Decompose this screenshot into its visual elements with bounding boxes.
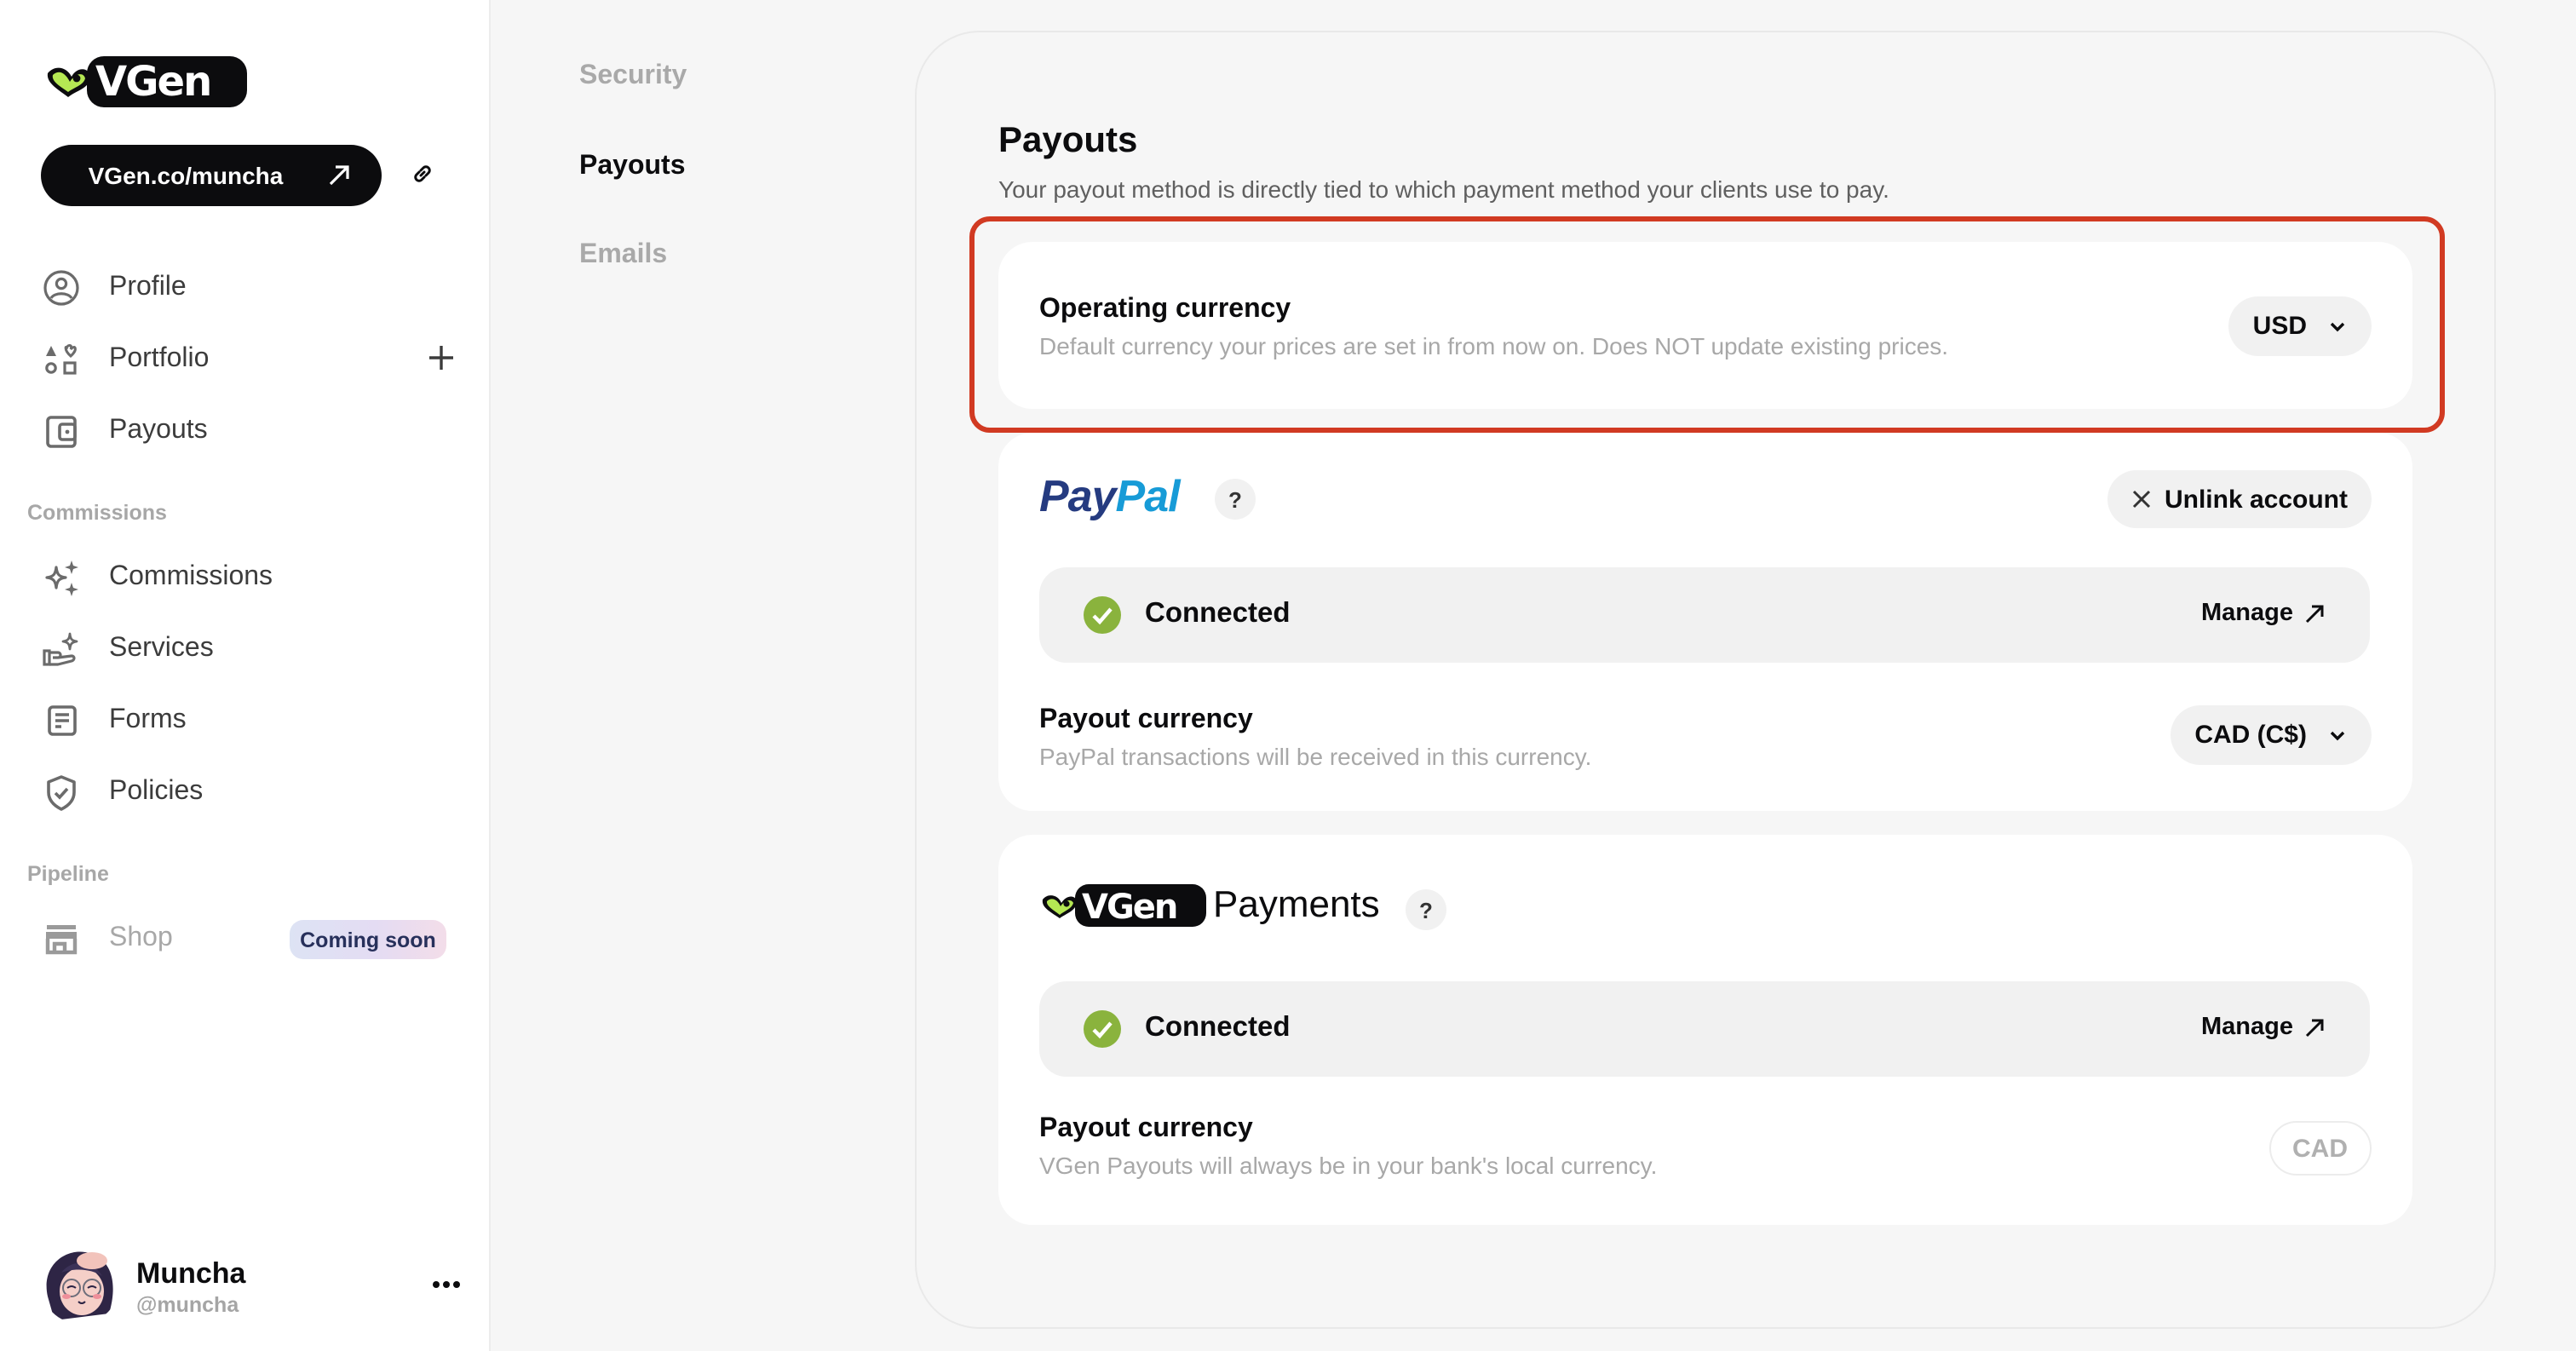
vgen-logo: VGen [1042,884,1206,927]
external-arrow-icon [2305,1018,2324,1037]
manage-label: Manage [2201,600,2293,627]
user-circle-icon [41,267,82,308]
profile-url-button[interactable]: VGen.co/muncha [41,145,382,206]
paypal-logo: PayPal [1039,470,1181,521]
more-options-icon[interactable] [429,1271,463,1298]
sidebar-item-profile[interactable]: Profile [41,262,457,313]
paypal-connected-row: Connected Manage [1039,567,2370,663]
sidebar-item-label: Profile [109,273,187,302]
sidebar-item-forms[interactable]: Forms [41,695,457,746]
close-icon [2133,490,2152,509]
unlink-account-label: Unlink account [2164,485,2348,514]
vgen-payments-help-icon[interactable]: ? [1406,889,1446,930]
avatar [41,1245,119,1324]
add-icon[interactable] [426,342,457,373]
sidebar-item-label: Forms [109,705,187,734]
dropdown-value: USD [2252,312,2307,341]
settings-tab-security[interactable]: Security [579,61,687,92]
sidebar-item-portfolio[interactable]: Portfolio [41,334,457,385]
sidebar-item-payouts[interactable]: Payouts [41,405,457,457]
copy-link-icon[interactable] [411,162,434,186]
section-label-pipeline: Pipeline [27,862,109,886]
sidebar-item-policies[interactable]: Policies [41,767,457,818]
operating-currency-card: Operating currency Default currency your… [998,242,2412,409]
vgen-payout-currency-title: Payout currency [1039,1114,1253,1143]
sidebar-item-label: Shop [109,923,173,952]
check-circle-icon [1084,596,1121,634]
vgen-logo[interactable]: VGen [39,49,247,107]
sidebar: VGen VGen.co/muncha Profile Portfolio Pa… [0,0,491,1351]
paypal-status: Connected [1145,598,1291,629]
vgen-payments-card: VGen Payments ? Connected Manage Payout … [998,835,2412,1225]
svg-text:VGen: VGen [95,58,210,106]
settings-tab-emails[interactable]: Emails [579,240,667,271]
shapes-icon [41,339,82,380]
vgen-status: Connected [1145,1012,1291,1043]
sidebar-item-commissions[interactable]: Commissions [41,552,457,603]
external-arrow-icon [329,165,349,186]
vgen-manage-link[interactable]: Manage [2201,1014,2326,1041]
manage-label: Manage [2201,1014,2293,1041]
check-circle-icon [1084,1010,1121,1048]
form-icon [41,700,82,741]
unlink-account-button[interactable]: Unlink account [2107,470,2372,528]
dropdown-value: CAD (C$) [2194,721,2307,750]
paypal-card: PayPal ? Unlink account Connected Manage… [998,433,2412,811]
sidebar-item-label: Services [109,634,214,663]
user-profile[interactable]: Muncha @muncha [41,1245,463,1324]
profile-url-label: VGen.co/muncha [88,162,284,189]
paypal-payout-currency-title: Payout currency [1039,705,1253,734]
coming-soon-badge: Coming soon [290,920,446,959]
svg-text:VGen: VGen [1082,888,1176,927]
vgen-payments-title: Payments [1213,882,1380,925]
sidebar-item-label: Commissions [109,562,273,591]
operating-currency-dropdown[interactable]: USD [2228,296,2372,356]
section-label-commissions: Commissions [27,501,167,525]
vgen-payout-currency-value: CAD [2268,1121,2372,1176]
chevron-down-icon [2330,321,2345,331]
sidebar-item-label: Portfolio [109,344,210,373]
paypal-payout-currency-desc: PayPal transactions will be received in … [1039,743,1592,770]
paypal-help-icon[interactable]: ? [1215,479,1256,520]
page-title: Payouts [998,121,1138,160]
wallet-icon [41,411,82,451]
paypal-manage-link[interactable]: Manage [2201,600,2326,627]
shield-check-icon [41,772,82,813]
external-arrow-icon [2305,604,2324,623]
vgen-connected-row: Connected Manage [1039,981,2370,1077]
paypal-payout-currency-dropdown[interactable]: CAD (C$) [2171,705,2372,765]
sidebar-item-label: Policies [109,777,204,806]
user-name: Muncha [136,1257,246,1290]
sparkles-icon [41,557,82,598]
sidebar-item-services[interactable]: Services [41,624,457,675]
sidebar-item-label: Payouts [109,416,208,445]
hand-sparkle-icon [41,629,82,670]
operating-currency-desc: Default currency your prices are set in … [1039,332,1949,359]
operating-currency-title: Operating currency [1039,295,1291,324]
settings-tab-payouts[interactable]: Payouts [579,152,686,182]
page-subtitle: Your payout method is directly tied to w… [998,175,1889,203]
vgen-payout-currency-desc: VGen Payouts will always be in your bank… [1039,1152,1658,1179]
store-icon [41,918,82,959]
chevron-down-icon [2330,730,2345,740]
user-handle: @muncha [136,1293,239,1317]
